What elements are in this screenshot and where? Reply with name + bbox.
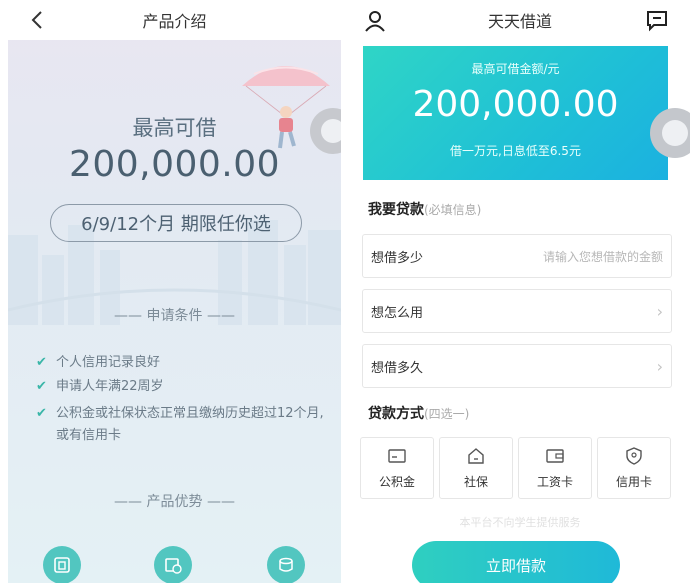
card-amount: 200,000.00 [412,84,619,125]
loan-apply-screen: 天天借道 最高可借金额/元 200,000.00 借一万元,日息低至6.5元 我… [350,0,690,583]
shield-icon [626,446,642,465]
page-title: 产品介绍 [142,12,207,31]
check-icon: ✔ [36,379,47,394]
product-intro-screen: 产品介绍 最高可借 200,000.00 6/9/12个月 期限任你选 —— 申… [8,0,341,583]
condition-item: ✔ 个人信用记录良好 [36,352,336,374]
calendar-clock-icon [154,546,192,583]
method-credit-card[interactable]: 信用卡 [597,437,671,499]
condition-item-continued: 或有信用卡 [56,428,122,443]
coins-icon [267,546,305,583]
page-title: 天天借道 [487,12,552,31]
back-button[interactable] [26,8,48,32]
loan-section-title: 我要贷款(必填信息) [368,202,482,218]
header-bar: 产品介绍 [8,0,341,40]
user-icon[interactable] [364,10,386,32]
amount-input-placeholder[interactable]: 请输入您想借款的金额 [543,248,663,265]
card-note: 借一万元,日息低至6.5元 [450,144,581,158]
usage-field[interactable]: 想怎么用 › [362,289,672,333]
header-bar: 天天借道 [350,0,690,40]
card-icon [388,448,406,463]
advantages-heading: —— 产品优势 —— [114,494,235,510]
message-icon[interactable] [646,10,668,32]
atm-icon [43,546,81,583]
max-amount-card: 最高可借金额/元 200,000.00 借一万元,日息低至6.5元 [363,46,668,180]
apply-now-button[interactable]: 立即借款 [412,541,620,583]
home-icon [468,447,484,464]
chevron-right-icon: › [656,356,663,376]
check-icon: ✔ [36,406,47,421]
max-loan-amount: 200,000.00 [68,144,281,185]
condition-item: ✔ 公积金或社保状态正常且缴纳历史超过12个月, [36,403,336,425]
wallet-icon [546,448,564,463]
check-icon: ✔ [36,355,47,370]
condition-item: ✔ 申请人年满22周岁 [36,376,336,398]
duration-field[interactable]: 想借多久 › [362,344,672,388]
method-salary-card[interactable]: 工资卡 [518,437,592,499]
chevron-left-icon [31,11,42,29]
method-housing-fund[interactable]: 公积金 [360,437,434,499]
disclaimer-text: 本平台不向学生提供服务 [459,516,581,529]
chevron-right-icon: › [656,301,663,321]
card-label: 最高可借金额/元 [471,62,560,76]
method-section-title: 贷款方式(四选一) [368,406,470,422]
method-social-security[interactable]: 社保 [439,437,513,499]
amount-field[interactable]: 想借多少 请输入您想借款的金额 [362,234,672,278]
conditions-heading: —— 申请条件 —— [114,308,235,324]
max-loan-label: 最高可借 [132,116,217,140]
term-badge: 6/9/12个月 期限任你选 [50,204,302,242]
